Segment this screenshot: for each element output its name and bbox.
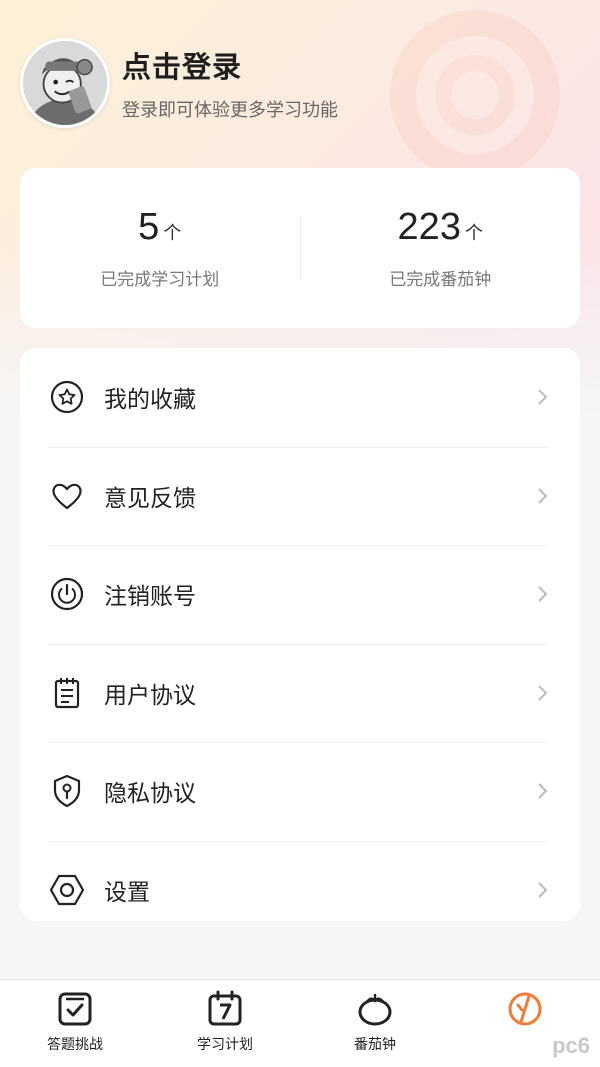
- tab-label: 学习计划: [197, 1037, 253, 1053]
- menu-item-delete-account[interactable]: 注销账号: [20, 545, 580, 644]
- menu-item-feedback[interactable]: 意见反馈: [20, 446, 580, 546]
- hexagon-settings-icon: [48, 871, 86, 909]
- profile-header[interactable]: 点击登录 登录即可体验更多学习功能: [20, 38, 338, 128]
- menu-label: 注销账号: [104, 584, 196, 611]
- tomato-icon: [356, 990, 394, 1028]
- stat-value: 5: [138, 206, 160, 248]
- stat-pomodoros-completed: 223 个 已完成番茄钟: [301, 206, 581, 290]
- power-icon: [48, 575, 86, 613]
- bottom-tab-bar: 答题挑战 学习计划 番茄钟: [0, 979, 600, 1067]
- stat-plans-completed: 5 个 已完成学习计划: [20, 206, 300, 290]
- tab-label: 番茄钟: [354, 1037, 396, 1053]
- stat-label: 已完成番茄钟: [389, 270, 492, 290]
- chevron-right-icon: [538, 488, 548, 504]
- stat-label: 已完成学习计划: [100, 270, 220, 290]
- tab-quiz-challenge[interactable]: 答题挑战: [0, 980, 150, 1067]
- notepad-icon: [48, 674, 86, 712]
- tab-label: 答题挑战: [47, 1037, 103, 1053]
- menu-item-favorites[interactable]: 我的收藏: [20, 348, 580, 447]
- watermark-logo: pc6: [552, 1033, 590, 1058]
- heart-icon: [48, 477, 86, 515]
- menu-label: 用户协议: [104, 682, 196, 709]
- stat-value: 223: [397, 206, 461, 248]
- stat-unit: 个: [464, 223, 483, 244]
- chevron-right-icon: [538, 783, 548, 799]
- avatar[interactable]: [20, 38, 110, 128]
- chevron-right-icon: [538, 685, 548, 701]
- check-square-icon: [56, 990, 94, 1028]
- menu-item-user-agreement[interactable]: 用户协议: [20, 643, 580, 743]
- stat-unit: 个: [163, 223, 182, 244]
- decorative-ring-inner: [435, 55, 515, 135]
- login-subtitle: 登录即可体验更多学习功能: [122, 100, 338, 121]
- star-circle-icon: [48, 378, 86, 416]
- login-title[interactable]: 点击登录: [122, 44, 338, 86]
- tab-study-plan[interactable]: 学习计划: [150, 980, 300, 1067]
- tab-pomodoro[interactable]: 番茄钟: [300, 980, 450, 1067]
- menu-card: 我的收藏 意见反馈 注销账号 用户协议 隐私协议 设置: [20, 348, 580, 921]
- shield-lock-icon: [48, 772, 86, 810]
- menu-label: 意见反馈: [104, 485, 196, 512]
- menu-item-privacy-policy[interactable]: 隐私协议: [20, 742, 580, 841]
- stats-card: 5 个 已完成学习计划 223 个 已完成番茄钟: [20, 168, 580, 328]
- menu-label: 隐私协议: [104, 781, 196, 808]
- chevron-right-icon: [538, 882, 548, 898]
- chevron-right-icon: [538, 586, 548, 602]
- calendar-7-icon: [206, 990, 244, 1028]
- menu-item-settings[interactable]: 设置: [20, 840, 580, 922]
- profile-active-icon: [506, 990, 544, 1028]
- chevron-right-icon: [538, 389, 548, 405]
- menu-label: 设置: [104, 879, 150, 906]
- menu-label: 我的收藏: [104, 387, 196, 414]
